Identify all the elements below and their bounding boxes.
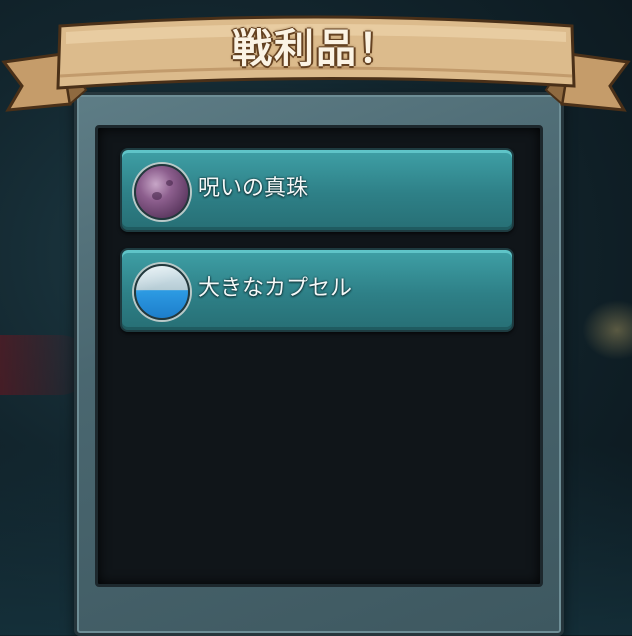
loot-item-label: 呪いの真珠	[198, 176, 309, 201]
title-banner: 戦利品！	[0, 6, 632, 114]
large-capsule-icon	[134, 264, 190, 320]
loot-item-label: 大きなカプセル	[198, 276, 353, 301]
background-light-glow	[582, 300, 632, 360]
loot-item-large-capsule[interactable]: 大きなカプセル	[120, 248, 514, 332]
cursed-pearl-icon	[134, 164, 190, 220]
loot-item-cursed-pearl[interactable]: 呪いの真珠	[120, 148, 514, 232]
loot-list: 呪いの真珠 大きなカプセル	[120, 148, 514, 348]
dialog-title: 戦利品！	[232, 26, 400, 72]
